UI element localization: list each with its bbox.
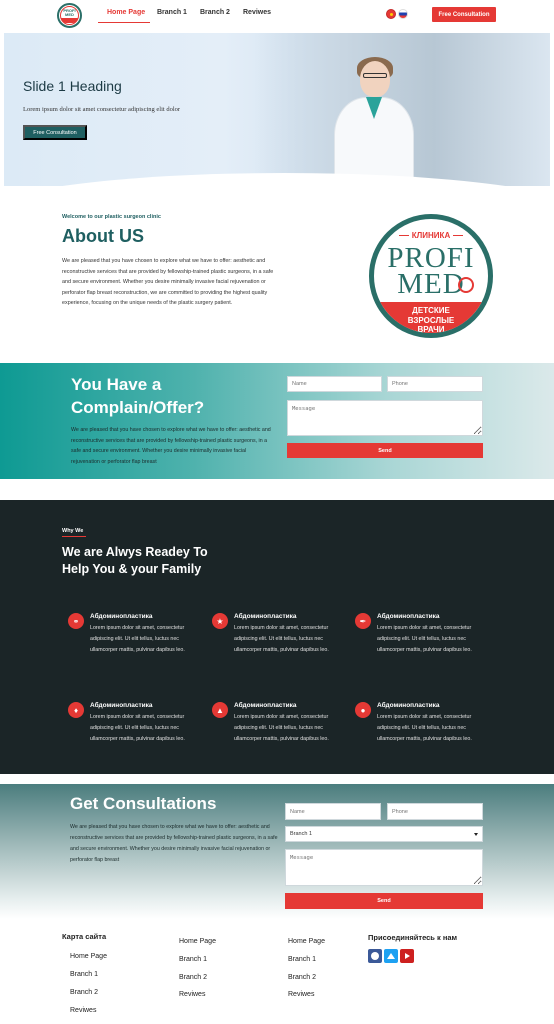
hero-consultation-button[interactable]: Free Consultation [23, 125, 87, 140]
footer-link[interactable]: Branch 2 [288, 974, 316, 981]
consult-name-input[interactable] [285, 803, 381, 820]
feature-title: Абдоминопластика [377, 613, 440, 620]
logo-band-line: ДЕТСКИЕ [412, 306, 450, 315]
logo-mark: PROFI MED [60, 6, 79, 25]
twitter-icon[interactable] [384, 949, 398, 963]
logo[interactable]: PROFI MED [57, 3, 82, 28]
footer-link[interactable]: Home Page [179, 938, 216, 945]
footer-link[interactable]: Reviwes [288, 991, 314, 998]
nav-home[interactable]: Home Page [107, 9, 145, 16]
bell-icon: ▲ [212, 702, 228, 718]
consult-title: Get Consultations [70, 794, 217, 813]
chevron-down-icon [474, 832, 478, 836]
logo-klinika: КЛИНИКА [374, 231, 488, 240]
complain-message-input[interactable] [287, 400, 483, 436]
feature-title: Абдоминопластика [234, 613, 297, 620]
footer-link[interactable]: Home Page [70, 953, 107, 960]
ru-flag-icon[interactable] [398, 9, 408, 19]
social-title: Присоединяйтесь к нам [368, 933, 458, 942]
complain-title: You Have a Complain/Offer? [71, 373, 204, 419]
feature-text: Lorem ipsum dolor sit amet, consectetur … [234, 625, 329, 653]
clinic-logo: КЛИНИКА PROFI MED ДЕТСКИЕ ВЗРОСЛЫЕ ВРАЧИ [369, 214, 493, 338]
consult-text: We are pleased that you have chosen to e… [70, 824, 278, 863]
kg-flag-icon[interactable] [386, 9, 396, 19]
why-section: Why We We are Alwys Readey To Help You &… [0, 500, 554, 774]
hero-heading: Slide 1 Heading [23, 78, 122, 94]
why-kicker: Why We [62, 528, 84, 534]
complain-title-line: Complain/Offer? [71, 398, 205, 417]
logo-text-med: MED [65, 11, 74, 17]
smiley-icon [458, 277, 474, 293]
footer-link[interactable]: Branch 1 [70, 971, 98, 978]
logo-band: ДЕТСКИЕ ВЗРОСЛЫЕ ВРАЧИ [374, 302, 488, 334]
nav-branch-1[interactable]: Branch 1 [157, 9, 187, 16]
logo-red-band [61, 17, 78, 23]
free-consultation-button[interactable]: Free Consultation [432, 7, 496, 22]
about-kicker: Welcome to our plastic surgeon clinic [62, 214, 161, 220]
branch-select-value: Branch 1 [290, 831, 313, 837]
facebook-icon[interactable] [368, 949, 382, 963]
footer-link[interactable]: Branch 1 [288, 956, 316, 963]
nav-active-underline [98, 22, 150, 23]
footer-link[interactable]: Branch 2 [179, 974, 207, 981]
feature-title: Абдоминопластика [90, 613, 153, 620]
complain-send-button[interactable]: Send [287, 443, 483, 458]
about-text: We are pleased that you have chosen to e… [62, 258, 274, 306]
why-title-line: We are Alwys Readey To [62, 545, 208, 559]
why-title: We are Alwys Readey To Help You & your F… [62, 544, 208, 578]
sitemap-title: Карта сайта [62, 932, 107, 941]
footer-link[interactable]: Home Page [288, 938, 325, 945]
footer-link[interactable]: Branch 2 [70, 989, 98, 996]
branch-select[interactable]: Branch 1 [285, 826, 483, 842]
feature-text: Lorem ipsum dolor sit amet, consectetur … [234, 714, 329, 742]
hero-slider: Slide 1 Heading Lorem ipsum dolor sit am… [4, 33, 550, 186]
why-title-line: Help You & your Family [62, 562, 202, 576]
complain-title-line: You Have a [71, 375, 162, 394]
complain-name-input[interactable] [287, 376, 382, 392]
site-header: PROFI MED Home Page Branch 1 Branch 2 Re… [0, 0, 554, 30]
feature-text: Lorem ipsum dolor sit amet, consectetur … [90, 714, 185, 742]
doctor-face [360, 61, 390, 97]
feature-title: Абдоминопластика [234, 702, 297, 709]
consult-send-button[interactable]: Send [285, 893, 483, 909]
logo-band-line: ВРАЧИ [417, 325, 445, 334]
feature-title: Абдоминопластика [377, 702, 440, 709]
consult-phone-input[interactable] [387, 803, 483, 820]
feature-text: Lorem ipsum dolor sit amet, consectetur … [90, 625, 185, 653]
footer-link[interactable]: Branch 1 [179, 956, 207, 963]
about-title: About US [62, 226, 144, 246]
consultation-section: Get Consultations We are pleased that yo… [0, 784, 554, 919]
footer-link[interactable]: Reviwes [70, 1007, 96, 1014]
tooth-icon: ♦ [68, 702, 84, 718]
lightbulb-icon: ● [355, 702, 371, 718]
feature-title: Абдоминопластика [90, 702, 153, 709]
nav-branch-2[interactable]: Branch 2 [200, 9, 230, 16]
feature-text: Lorem ipsum dolor sit amet, consectetur … [377, 714, 472, 742]
consult-message-input[interactable] [285, 849, 483, 886]
complain-text: We are pleased that you have chosen to e… [71, 427, 271, 465]
doctor-glasses [363, 73, 387, 78]
nav-reviews[interactable]: Reviwes [243, 9, 271, 16]
why-kicker-underline [62, 536, 86, 537]
logo-band-line: ВЗРОСЛЫЕ [407, 315, 455, 325]
complain-phone-input[interactable] [387, 376, 483, 392]
syringe-icon: ✒ [355, 613, 371, 629]
feature-text: Lorem ipsum dolor sit amet, consectetur … [377, 625, 472, 653]
youtube-icon[interactable] [400, 949, 414, 963]
complain-section: You Have a Complain/Offer? We are please… [0, 363, 554, 479]
stethoscope-icon: ⚭ [68, 613, 84, 629]
star-icon: ★ [212, 613, 228, 629]
footer-link[interactable]: Reviwes [179, 991, 205, 998]
hero-text: Lorem ipsum dolor sit amet consectetur a… [23, 106, 181, 113]
